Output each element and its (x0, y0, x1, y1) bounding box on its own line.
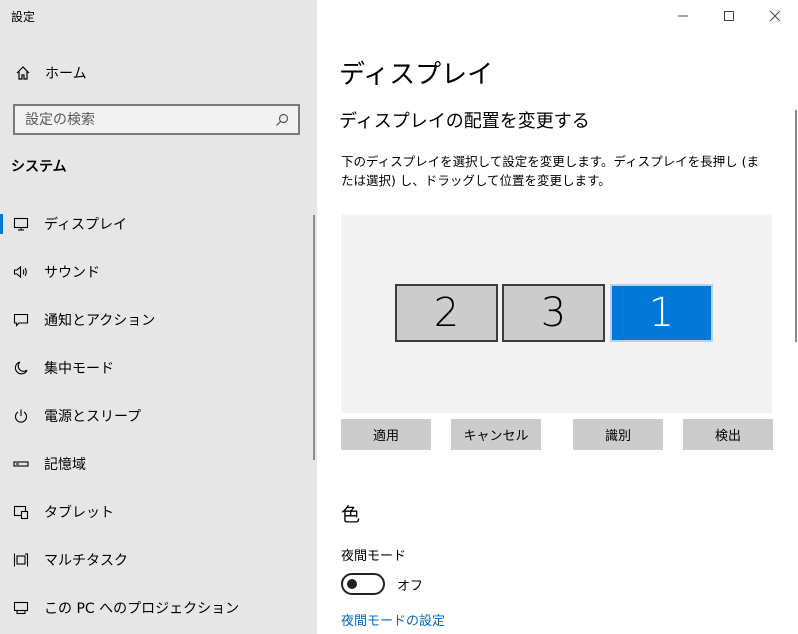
sidebar-item-label: タブレット (44, 505, 114, 521)
home-label: ホーム (45, 66, 87, 82)
monitor-tile-2[interactable]: 2 (395, 284, 498, 342)
cancel-button[interactable]: キャンセル (451, 419, 541, 450)
message-icon (11, 310, 31, 330)
section-title: ディスプレイの配置を変更する (339, 111, 590, 132)
sidebar-item-multitasking[interactable]: マルチタスク (0, 536, 317, 584)
search-icon[interactable] (274, 112, 290, 128)
sidebar-item-focus[interactable]: 集中モード (0, 344, 317, 392)
storage-icon (11, 454, 31, 474)
night-mode-label: 夜間モード (341, 549, 407, 564)
sidebar-item-notifications[interactable]: 通知とアクション (0, 296, 317, 344)
home-nav[interactable]: ホーム (13, 61, 87, 85)
section-title: システム (11, 159, 67, 175)
maximize-icon (724, 11, 734, 21)
detect-button[interactable]: 検出 (683, 419, 773, 450)
sidebar-scrollbar[interactable] (313, 215, 315, 460)
close-button[interactable] (752, 0, 798, 32)
apply-button[interactable]: 適用 (341, 419, 431, 450)
close-icon (769, 10, 781, 22)
sidebar-item-label: 記憶域 (44, 457, 86, 473)
sidebar-item-label: サウンド (44, 265, 100, 281)
home-icon (13, 63, 33, 83)
sidebar-item-label: 集中モード (44, 361, 114, 377)
multitask-icon (11, 550, 31, 570)
sidebar-item-tablet[interactable]: タブレット (0, 488, 317, 536)
tablet-icon (11, 502, 31, 522)
projection-icon (11, 598, 31, 618)
sidebar-item-label: この PC へのプロジェクション (44, 601, 240, 617)
power-icon (11, 406, 31, 426)
sidebar-item-sound[interactable]: サウンド (0, 248, 317, 296)
main-content: ディスプレイ ディスプレイの配置を変更する 下のディスプレイを選択して設定を変更… (317, 0, 798, 634)
search-box[interactable] (13, 104, 300, 135)
sidebar-item-label: ディスプレイ (44, 217, 128, 233)
sidebar-item-projection[interactable]: この PC へのプロジェクション (0, 584, 317, 632)
page-title: ディスプレイ (339, 60, 494, 90)
display-arrangement-area[interactable]: 2 3 1 (341, 215, 772, 413)
main-scrollbar[interactable] (795, 110, 797, 342)
maximize-button[interactable] (706, 0, 752, 32)
monitor-icon (11, 214, 31, 234)
color-section-title: 色 (341, 504, 361, 526)
toggle-knob (347, 579, 357, 589)
speaker-icon (11, 262, 31, 282)
night-mode-toggle[interactable] (341, 573, 385, 595)
sidebar-item-display[interactable]: ディスプレイ (0, 200, 317, 248)
sidebar: 設定 ホーム システム ディスプレイ サウンド (0, 0, 317, 634)
sidebar-item-storage[interactable]: 記憶域 (0, 440, 317, 488)
monitor-tile-3[interactable]: 3 (502, 284, 605, 342)
minimize-button[interactable] (660, 0, 706, 32)
identify-button[interactable]: 識別 (573, 419, 663, 450)
sidebar-item-label: 電源とスリープ (44, 409, 142, 425)
arrangement-description: 下のディスプレイを選択して設定を変更します。ディスプレイを長押し (または選択)… (341, 154, 759, 188)
app-title: 設定 (11, 10, 36, 24)
nav-list: ディスプレイ サウンド 通知とアクション 集中モード 電源とスリープ 記憶域 タ… (0, 200, 317, 632)
sidebar-item-label: マルチタスク (44, 553, 128, 569)
monitor-tile-1[interactable]: 1 (610, 284, 713, 342)
search-input[interactable] (25, 111, 274, 128)
night-mode-settings-link[interactable]: 夜間モードの設定 (341, 610, 445, 629)
minimize-icon (678, 15, 688, 17)
night-mode-state: オフ (397, 579, 424, 594)
sidebar-item-power[interactable]: 電源とスリープ (0, 392, 317, 440)
moon-icon (11, 358, 31, 378)
sidebar-item-label: 通知とアクション (44, 313, 156, 329)
